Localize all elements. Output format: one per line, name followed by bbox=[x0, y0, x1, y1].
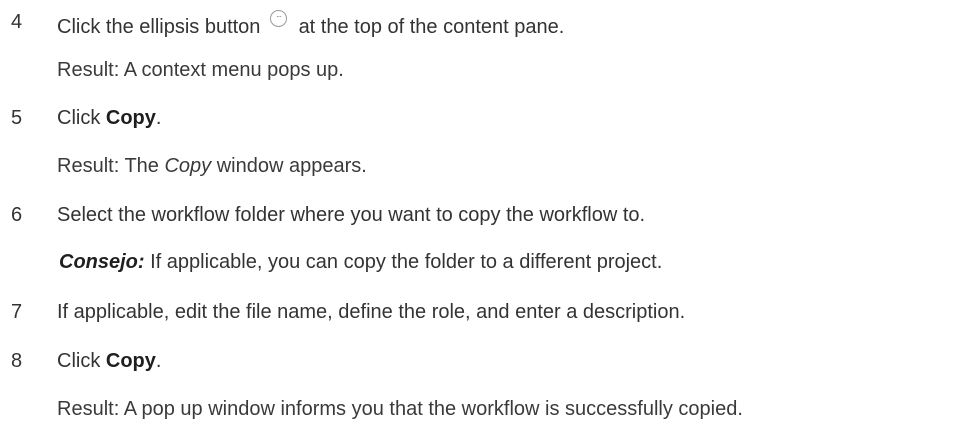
result-text: window appears. bbox=[211, 155, 367, 177]
step-number: 6 bbox=[11, 204, 23, 226]
step-instruction: Click Copy. bbox=[57, 106, 161, 130]
step-number: 4 bbox=[11, 11, 23, 33]
tip-label: Consejo: bbox=[59, 251, 145, 273]
ellipsis-glyph: ··· bbox=[276, 12, 282, 21]
step-text: Click the ellipsis button bbox=[57, 16, 261, 38]
ui-term-copy: Copy bbox=[105, 107, 156, 129]
step-instruction: Click the ellipsis button ··· at the top… bbox=[57, 10, 564, 39]
step-number: 5 bbox=[11, 107, 23, 129]
step-instruction: Select the workflow folder where you wan… bbox=[57, 204, 646, 226]
tip-note: Consejo: If applicable, you can copy the… bbox=[59, 250, 662, 274]
step-instruction: Click Copy. bbox=[57, 349, 161, 373]
ellipsis-icon: ··· bbox=[270, 10, 287, 27]
result-text: Result: The bbox=[57, 155, 165, 177]
step-text: Click bbox=[57, 350, 106, 372]
step-number: 8 bbox=[11, 350, 23, 372]
step-text: Click bbox=[57, 107, 106, 129]
window-name: Copy bbox=[164, 155, 212, 177]
step-number: 7 bbox=[11, 301, 23, 323]
step-result: Result: The Copy window appears. bbox=[57, 154, 367, 178]
step-result: Result: A pop up window informs you that… bbox=[57, 398, 743, 420]
step-text: . bbox=[155, 107, 162, 129]
step-instruction: If applicable, edit the file name, defin… bbox=[57, 301, 686, 323]
ui-term-copy: Copy bbox=[105, 350, 156, 372]
tip-text: If applicable, you can copy the folder t… bbox=[144, 251, 663, 273]
step-text: . bbox=[155, 350, 162, 372]
step-result: Result: A context menu pops up. bbox=[57, 59, 344, 81]
step-text: at the top of the content pane. bbox=[298, 16, 565, 38]
